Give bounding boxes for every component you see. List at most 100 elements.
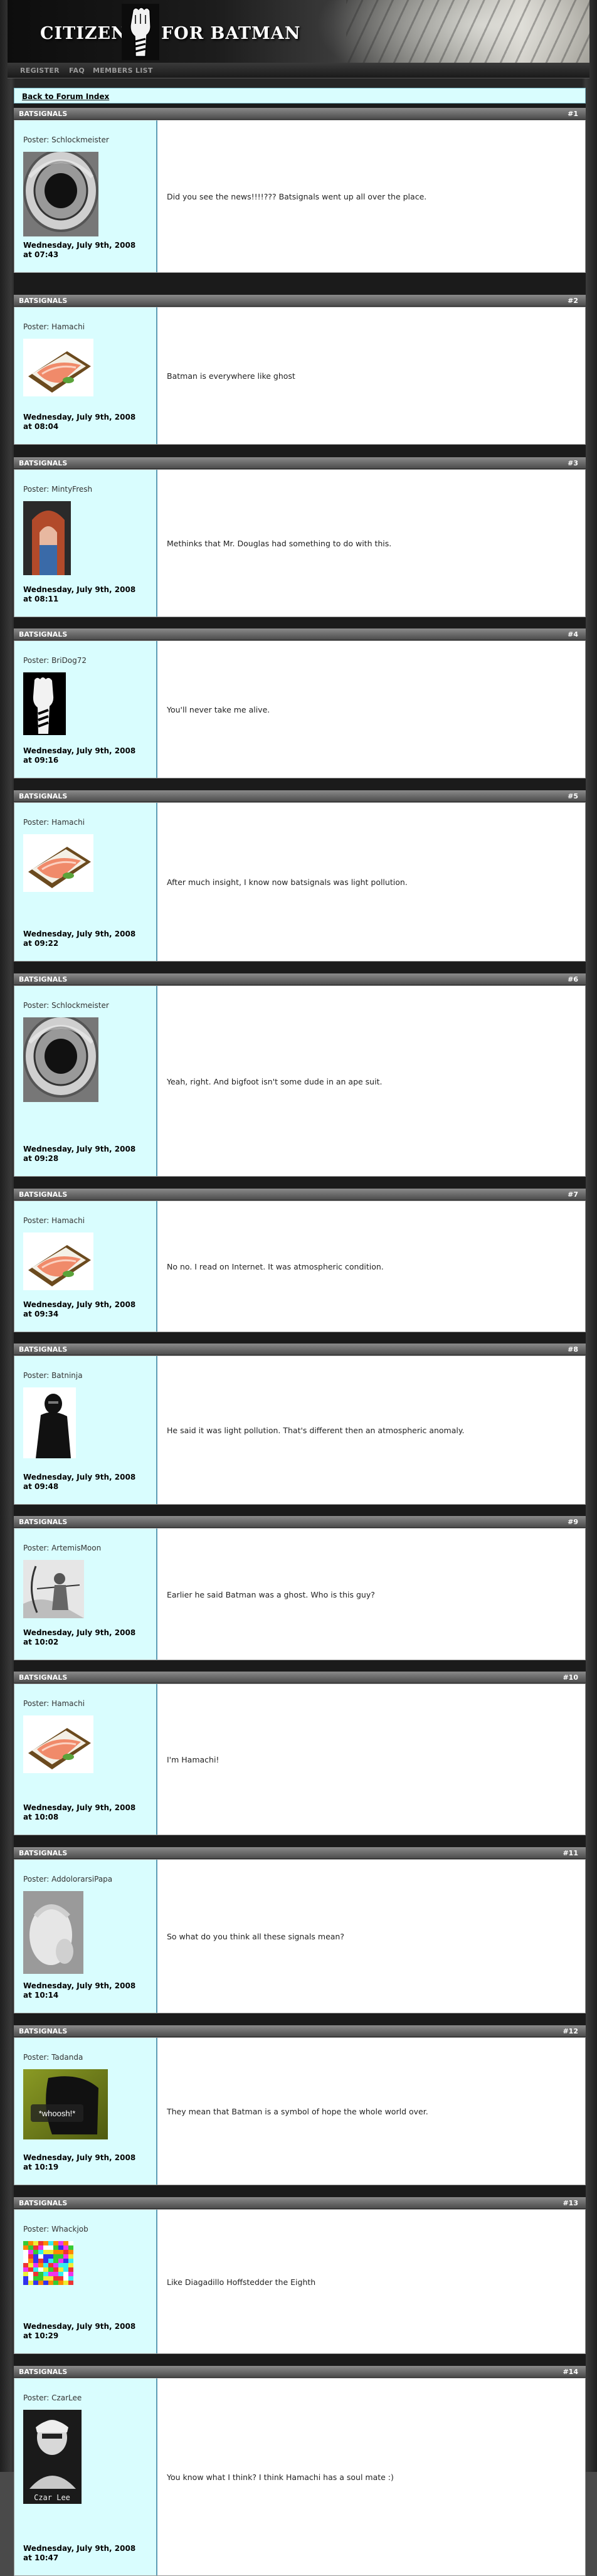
post-message: You'll never take me alive. <box>167 705 270 714</box>
post-author-panel: Poster: BriDog72 Wednesday, July 9th, 20… <box>14 641 157 778</box>
poster-name[interactable]: Poster: Schlockmeister <box>23 1001 109 1010</box>
post-body: Poster: Tadanda *whoosh!* Wednesday, Jul… <box>14 2037 586 2185</box>
post-number-link[interactable]: #8 <box>568 1345 578 1354</box>
post-message: Yeah, right. And bigfoot isn't some dude… <box>167 1077 383 1086</box>
post-body: Poster: ArtemisMoon Wednesday, July 9th,… <box>14 1528 586 1660</box>
post-date-day: Wednesday, July 9th, 2008 <box>23 746 136 755</box>
post-body: Poster: Hamachi Wednesday, July 9th, 200… <box>14 802 586 962</box>
post-header: BATSIGNALS #4 <box>14 628 586 640</box>
post-author-panel: Poster: Schlockmeister Wednesday, July 9… <box>14 120 157 272</box>
forum-post: BATSIGNALS #11 Poster: AddolorarsiPapa W… <box>14 1847 586 2013</box>
post-date: Wednesday, July 9th, 2008 at 09:28 <box>23 1145 152 1163</box>
poster-name[interactable]: Poster: ArtemisMoon <box>23 1544 101 1552</box>
post-message: Batman is everywhere like ghost <box>167 371 295 381</box>
post-body: Poster: Hamachi Wednesday, July 9th, 200… <box>14 1201 586 1332</box>
post-date-day: Wednesday, July 9th, 2008 <box>23 241 136 250</box>
post-message: Methinks that Mr. Douglas had something … <box>167 539 392 548</box>
post-date-day: Wednesday, July 9th, 2008 <box>23 2153 136 2162</box>
post-body: Poster: BriDog72 Wednesday, July 9th, 20… <box>14 640 586 778</box>
forum-post: BATSIGNALS #8 Poster: Batninja Wednesday… <box>14 1344 586 1505</box>
page: CITIZENS FOR BATMAN REGISTER FAQ MEMBERS… <box>0 0 597 2576</box>
post-author-panel: Poster: ArtemisMoon Wednesday, July 9th,… <box>14 1529 157 1660</box>
poster-name[interactable]: Poster: Hamachi <box>23 322 85 331</box>
nav-bar: REGISTER FAQ MEMBERS LIST <box>8 63 589 78</box>
nav-register-link[interactable]: REGISTER <box>20 66 60 75</box>
post-author-panel: Poster: Batninja Wednesday, July 9th, 20… <box>14 1356 157 1504</box>
post-author-panel: Poster: Hamachi Wednesday, July 9th, 200… <box>14 803 157 961</box>
post-body: Poster: Schlockmeister Wednesday, July 9… <box>14 120 586 273</box>
back-to-forum-index-link[interactable]: Back to Forum Index <box>22 92 109 101</box>
tire-closeup-avatar <box>23 1017 98 1102</box>
post-number-link[interactable]: #11 <box>563 1849 578 1857</box>
post-body: Poster: MintyFresh Wednesday, July 9th, … <box>14 469 586 617</box>
poster-name[interactable]: Poster: MintyFresh <box>23 485 92 494</box>
post-header: BATSIGNALS #12 <box>14 2025 586 2037</box>
post-number-link[interactable]: #4 <box>568 630 578 639</box>
poster-name[interactable]: Poster: Whackjob <box>23 2225 88 2234</box>
post-date-day: Wednesday, July 9th, 2008 <box>23 2544 136 2553</box>
post-number-link[interactable]: #9 <box>568 1518 578 1526</box>
post-number-link[interactable]: #12 <box>563 2027 578 2035</box>
post-number-link[interactable]: #3 <box>568 459 578 467</box>
post-date: Wednesday, July 9th, 2008 at 09:16 <box>23 746 152 765</box>
forum-post: BATSIGNALS #9 Poster: ArtemisMoon Wednes… <box>14 1516 586 1660</box>
post-subject: BATSIGNALS <box>19 792 68 800</box>
post-number-link[interactable]: #13 <box>563 2199 578 2207</box>
post-author-panel: Poster: Hamachi Wednesday, July 9th, 200… <box>14 1684 157 1835</box>
poster-name[interactable]: Poster: BriDog72 <box>23 656 87 665</box>
poster-name[interactable]: Poster: Batninja <box>23 1371 83 1380</box>
whoosh-avatar: *whoosh!* <box>23 2069 108 2139</box>
post-subject: BATSIGNALS <box>19 1849 68 1857</box>
nav-faq-link[interactable]: FAQ <box>69 66 85 75</box>
post-date-day: Wednesday, July 9th, 2008 <box>23 585 136 594</box>
post-date: Wednesday, July 9th, 2008 at 10:08 <box>23 1803 152 1822</box>
poster-name[interactable]: Poster: Hamachi <box>23 1699 85 1708</box>
baby-avatar <box>23 1891 83 1974</box>
post-message: Like Diagadillo Hoffstedder the Eighth <box>167 2277 316 2287</box>
poster-name[interactable]: Poster: AddolorarsiPapa <box>23 1875 112 1884</box>
post-header: BATSIGNALS #3 <box>14 457 586 469</box>
post-subject: BATSIGNALS <box>19 1190 68 1199</box>
post-date-time: at 07:43 <box>23 250 59 259</box>
poster-name[interactable]: Poster: Tadanda <box>23 2053 83 2062</box>
post-body: Poster: Schlockmeister Wednesday, July 9… <box>14 985 586 1177</box>
colorful-noise-avatar <box>23 2241 73 2285</box>
post-date-day: Wednesday, July 9th, 2008 <box>23 1145 136 1153</box>
post-message: Earlier he said Batman was a ghost. Who … <box>167 1590 375 1599</box>
thread-container: Back to Forum Index BATSIGNALS #1 Poster… <box>14 88 586 2576</box>
post-number-link[interactable]: #5 <box>568 792 578 800</box>
post-message: After much insight, I know now batsignal… <box>167 877 408 887</box>
post-date-day: Wednesday, July 9th, 2008 <box>23 1803 136 1812</box>
post-number-link[interactable]: #1 <box>568 110 578 118</box>
post-date: Wednesday, July 9th, 2008 at 10:02 <box>23 1628 152 1647</box>
post-number-link[interactable]: #6 <box>568 975 578 983</box>
post-body: Poster: CzarLee Czar Lee Wednesday, July… <box>14 2378 586 2576</box>
poster-name[interactable]: Poster: Hamachi <box>23 818 85 827</box>
post-date-day: Wednesday, July 9th, 2008 <box>23 2322 136 2331</box>
forum-post: BATSIGNALS #14 Poster: CzarLee Czar Lee … <box>14 2366 586 2576</box>
post-header: BATSIGNALS #14 <box>14 2366 586 2378</box>
site-logo-text-right[interactable]: FOR BATMAN <box>161 24 300 43</box>
post-number-link[interactable]: #14 <box>563 2368 578 2376</box>
forum-post: BATSIGNALS #12 Poster: Tadanda *whoosh!*… <box>14 2025 586 2185</box>
post-date: Wednesday, July 9th, 2008 at 08:11 <box>23 585 152 604</box>
post-number-link[interactable]: #7 <box>568 1190 578 1199</box>
portrait-avatar <box>23 501 71 575</box>
post-date-time: at 10:14 <box>23 1991 59 2000</box>
banner-bridge-photo <box>346 0 589 63</box>
raised-fist-avatar <box>23 672 66 735</box>
svg-text:Czar Lee: Czar Lee <box>34 2493 70 2502</box>
post-number-link[interactable]: #2 <box>568 297 578 305</box>
post-header: BATSIGNALS #8 <box>14 1344 586 1355</box>
site-banner: CITIZENS FOR BATMAN <box>8 0 589 63</box>
ninja-avatar <box>23 1387 76 1458</box>
post-date-day: Wednesday, July 9th, 2008 <box>23 1473 136 1481</box>
poster-name[interactable]: Poster: Schlockmeister <box>23 135 109 144</box>
post-subject: BATSIGNALS <box>19 630 68 639</box>
poster-name[interactable]: Poster: CzarLee <box>23 2393 82 2402</box>
poster-name[interactable]: Poster: Hamachi <box>23 1216 85 1225</box>
post-number-link[interactable]: #10 <box>563 1673 578 1682</box>
post-author-panel: Poster: Whackjob Wednesday, July 9th, 20… <box>14 2210 157 2353</box>
post-date-day: Wednesday, July 9th, 2008 <box>23 1300 136 1309</box>
nav-members-list-link[interactable]: MEMBERS LIST <box>93 66 153 75</box>
